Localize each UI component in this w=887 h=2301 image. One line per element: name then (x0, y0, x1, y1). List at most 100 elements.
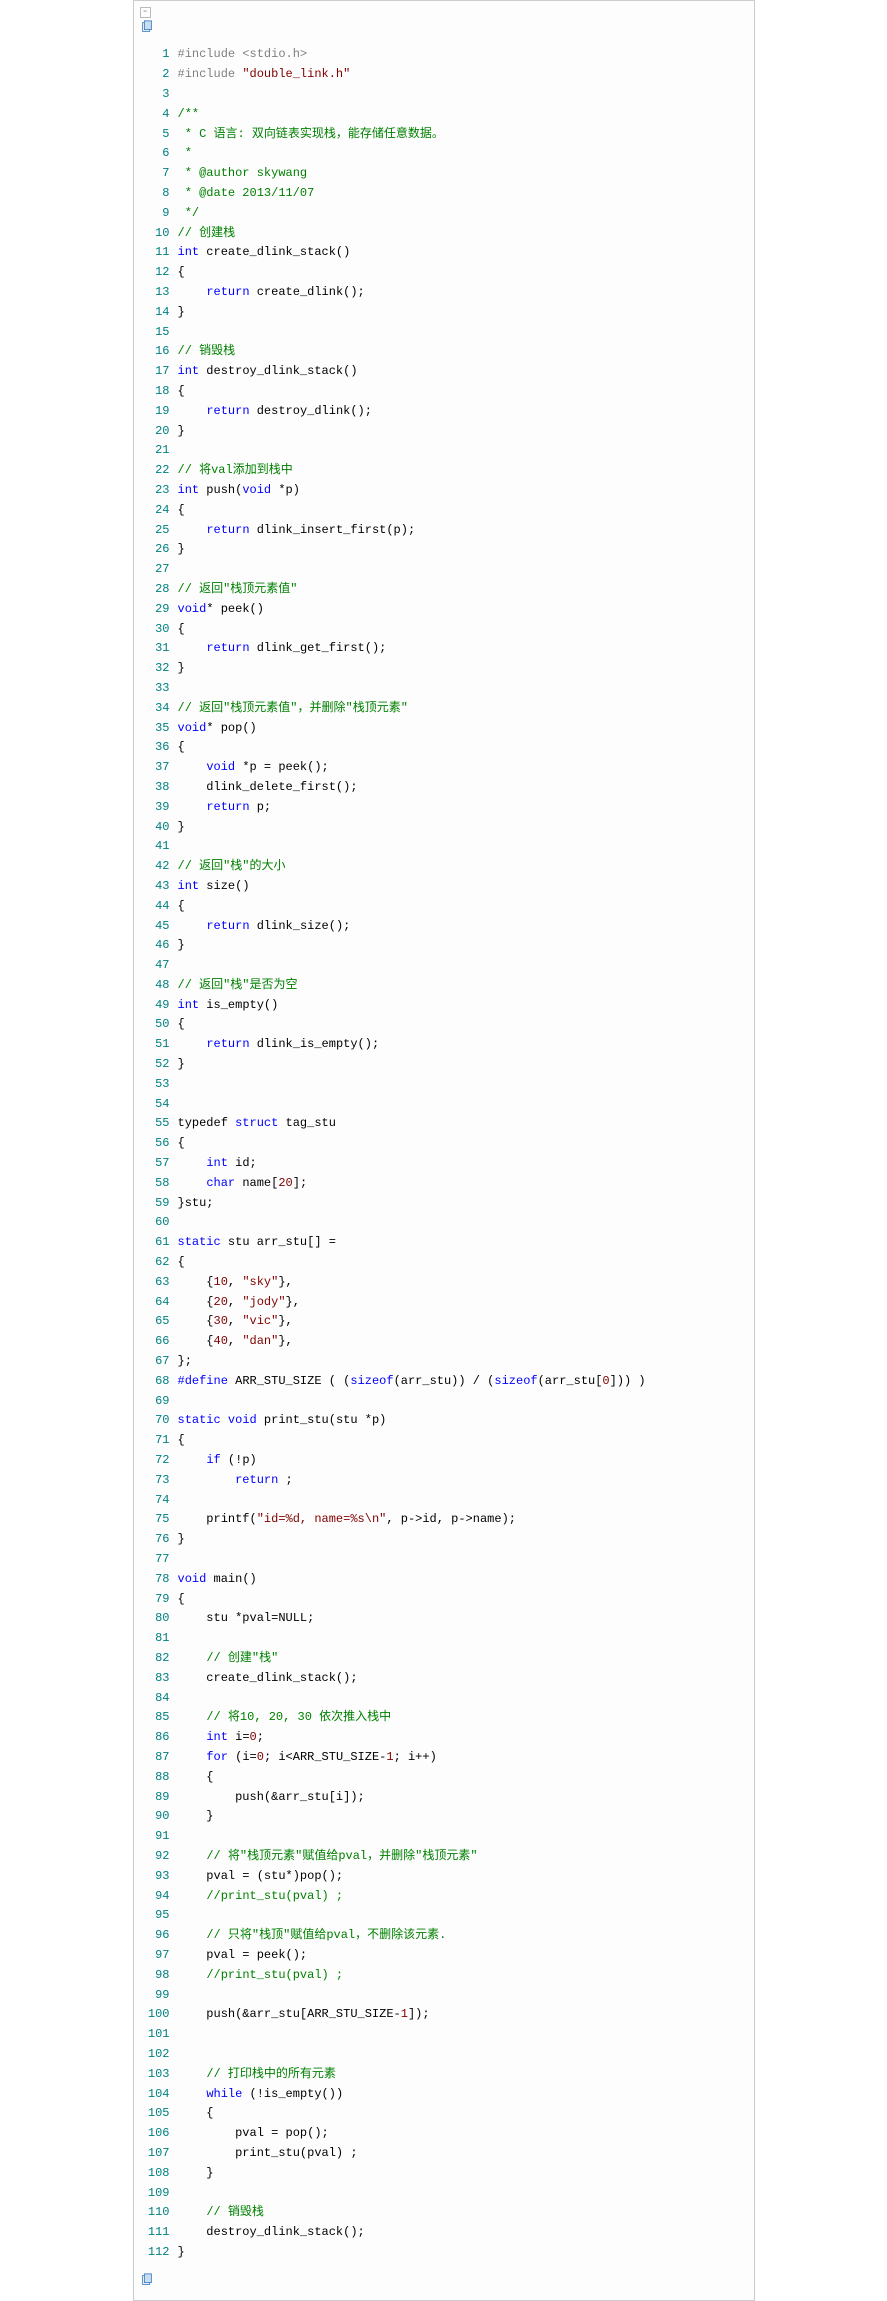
line-number: 52 (140, 1055, 178, 1075)
code-toolbar: - (134, 5, 754, 43)
code-content: // 返回"栈"是否为空 (178, 976, 298, 996)
line-number: 46 (140, 936, 178, 956)
code-line: 66 {40, "dan"}, (140, 1332, 748, 1352)
code-content: // 将val添加到栈中 (178, 461, 293, 481)
line-number: 47 (140, 956, 178, 976)
code-line: 23int push(void *p) (140, 481, 748, 501)
code-content: { (178, 1253, 185, 1273)
line-number: 3 (140, 85, 178, 105)
code-line: 82 // 创建"栈" (140, 1649, 748, 1669)
code-line: 79{ (140, 1590, 748, 1610)
line-number: 61 (140, 1233, 178, 1253)
line-number: 111 (140, 2223, 178, 2243)
line-number: 77 (140, 1550, 178, 1570)
line-number: 45 (140, 917, 178, 937)
copy-icon[interactable] (140, 2273, 748, 2294)
code-content: return dlink_get_first(); (178, 639, 387, 659)
code-content: void* pop() (178, 719, 257, 739)
code-content: return destroy_dlink(); (178, 402, 372, 422)
code-content: { (178, 1431, 185, 1451)
code-content: } (178, 1807, 214, 1827)
code-content: int is_empty() (178, 996, 279, 1016)
code-content: return ; (178, 1471, 293, 1491)
code-content: int destroy_dlink_stack() (178, 362, 358, 382)
code-content: //print_stu(pval) ; (178, 1966, 344, 1986)
code-line: 54 (140, 1095, 748, 1115)
code-line: 99 (140, 1986, 748, 2006)
line-number: 24 (140, 501, 178, 521)
line-number: 19 (140, 402, 178, 422)
line-number: 53 (140, 1075, 178, 1095)
code-content: } (178, 2164, 214, 2184)
code-line: 61static stu arr_stu[] = (140, 1233, 748, 1253)
code-content: // 返回"栈顶元素值"，并删除"栈顶元素" (178, 699, 408, 719)
code-content: * @date 2013/11/07 (178, 184, 315, 204)
code-content: int push(void *p) (178, 481, 300, 501)
code-line: 69 (140, 1392, 748, 1412)
code-line: 39 return p; (140, 798, 748, 818)
code-line: 47 (140, 956, 748, 976)
line-number: 60 (140, 1213, 178, 1233)
code-content: #define ARR_STU_SIZE ( (sizeof(arr_stu))… (178, 1372, 646, 1392)
line-number: 72 (140, 1451, 178, 1471)
line-number: 91 (140, 1827, 178, 1847)
code-block: 1#include <stdio.h>2#include "double_lin… (134, 43, 754, 2268)
code-line: 3 (140, 85, 748, 105)
line-number: 97 (140, 1946, 178, 1966)
code-content: // 返回"栈顶元素值" (178, 580, 298, 600)
code-line: 85 // 将10, 20, 30 依次推入栈中 (140, 1708, 748, 1728)
line-number: 25 (140, 521, 178, 541)
line-number: 107 (140, 2144, 178, 2164)
code-line: 52} (140, 1055, 748, 1075)
line-number: 1 (140, 45, 178, 65)
code-line: 34// 返回"栈顶元素值"，并删除"栈顶元素" (140, 699, 748, 719)
line-number: 104 (140, 2085, 178, 2105)
code-content: printf("id=%d, name=%s\n", p->id, p->nam… (178, 1510, 516, 1530)
code-content: /** (178, 105, 200, 125)
code-content: static stu arr_stu[] = (178, 1233, 336, 1253)
code-line: 26} (140, 540, 748, 560)
copy-icon[interactable] (140, 20, 748, 41)
code-line: 43int size() (140, 877, 748, 897)
code-line: 49int is_empty() (140, 996, 748, 1016)
code-line: 107 print_stu(pval) ; (140, 2144, 748, 2164)
code-line: 101 (140, 2025, 748, 2045)
code-line: 57 int id; (140, 1154, 748, 1174)
code-content: { (178, 620, 185, 640)
code-content: static void print_stu(stu *p) (178, 1411, 387, 1431)
line-number: 54 (140, 1095, 178, 1115)
line-number: 39 (140, 798, 178, 818)
code-line: 106 pval = pop(); (140, 2124, 748, 2144)
code-line: 72 if (!p) (140, 1451, 748, 1471)
line-number: 32 (140, 659, 178, 679)
line-number: 35 (140, 719, 178, 739)
code-line: 9 */ (140, 204, 748, 224)
line-number: 87 (140, 1748, 178, 1768)
code-line: 80 stu *pval=NULL; (140, 1609, 748, 1629)
code-line: 44{ (140, 897, 748, 917)
code-content: // 销毁栈 (178, 342, 236, 362)
line-number: 11 (140, 243, 178, 263)
code-content: { (178, 897, 185, 917)
code-line: 42// 返回"栈"的大小 (140, 857, 748, 877)
line-number: 2 (140, 65, 178, 85)
code-line: 84 (140, 1689, 748, 1709)
code-content: } (178, 1055, 185, 1075)
line-number: 92 (140, 1847, 178, 1867)
code-line: 45 return dlink_size(); (140, 917, 748, 937)
code-line: 92 // 将"栈顶元素"赋值给pval，并删除"栈顶元素" (140, 1847, 748, 1867)
code-content: { (178, 1015, 185, 1035)
line-number: 82 (140, 1649, 178, 1669)
line-number: 99 (140, 1986, 178, 2006)
code-content: { (178, 382, 185, 402)
code-line: 93 pval = (stu*)pop(); (140, 1867, 748, 1887)
code-line: 109 (140, 2184, 748, 2204)
collapse-icon[interactable]: - (140, 7, 151, 18)
code-line: 94 //print_stu(pval) ; (140, 1887, 748, 1907)
code-line: 71{ (140, 1431, 748, 1451)
code-content: { (178, 263, 185, 283)
code-content: void* peek() (178, 600, 264, 620)
code-content: // 创建栈 (178, 224, 236, 244)
line-number: 106 (140, 2124, 178, 2144)
code-line: 48// 返回"栈"是否为空 (140, 976, 748, 996)
